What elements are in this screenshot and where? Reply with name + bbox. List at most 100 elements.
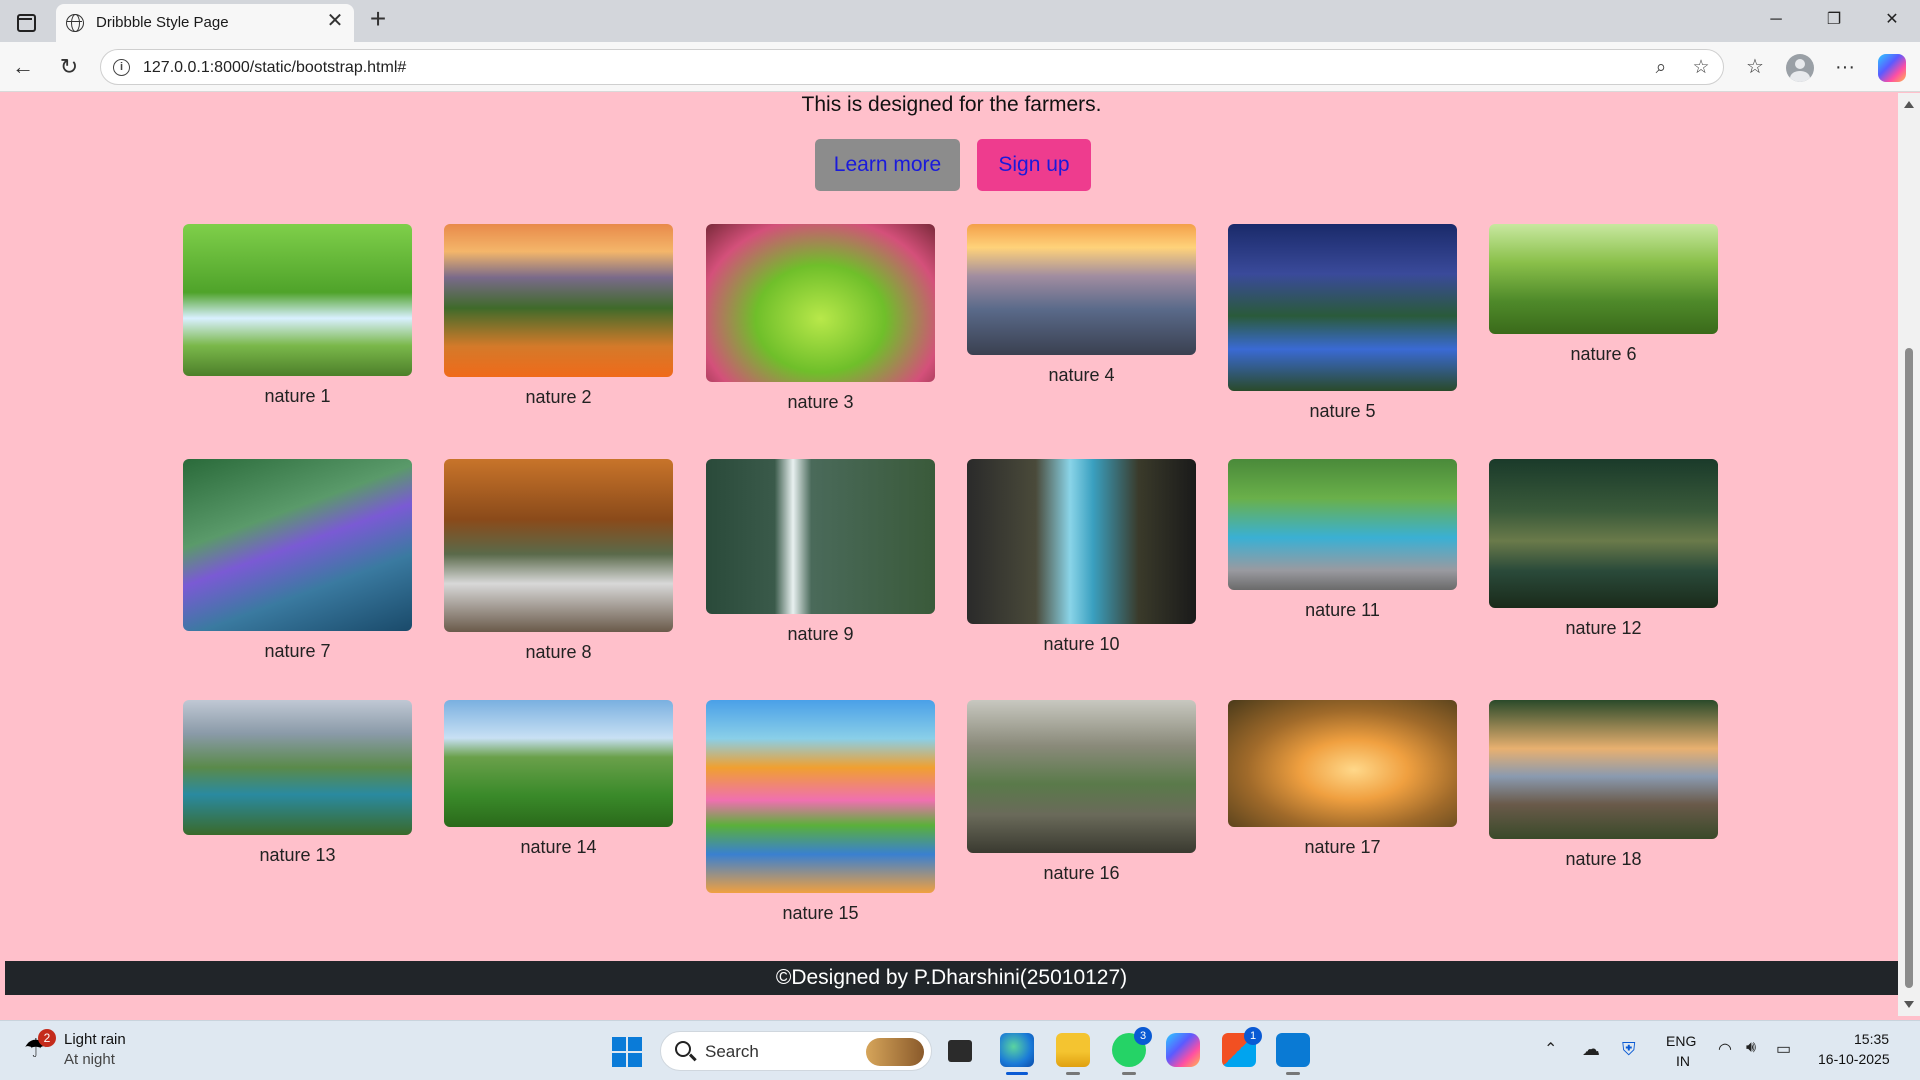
site-info-icon[interactable]: i [113, 59, 130, 76]
language-code[interactable]: ENG [1666, 1033, 1696, 1049]
gallery-card[interactable]: nature 17 [1228, 700, 1457, 858]
gallery-caption: nature 6 [1570, 344, 1637, 364]
profile-avatar-icon[interactable] [1786, 54, 1814, 82]
favorites-icon[interactable]: ☆ [1740, 52, 1770, 82]
gallery-image[interactable] [444, 459, 673, 632]
favorite-star-icon[interactable]: ☆ [1689, 56, 1713, 80]
edge-browser-icon[interactable] [1000, 1033, 1034, 1075]
gallery-card[interactable]: nature 8 [444, 459, 673, 663]
gallery-caption: nature 14 [520, 837, 597, 857]
gallery-caption: nature 13 [259, 845, 336, 865]
gallery-image[interactable] [1228, 459, 1457, 590]
refresh-button[interactable]: ↻ [54, 52, 84, 82]
gallery-image[interactable] [967, 459, 1196, 624]
gallery-image[interactable] [706, 459, 935, 614]
intro-text: This is designed for the farmers. [801, 93, 1102, 116]
gallery-card[interactable]: nature 11 [1228, 459, 1457, 621]
gallery-image[interactable] [706, 700, 935, 893]
url-field[interactable]: i 127.0.0.1:8000/static/bootstrap.html# … [100, 49, 1724, 85]
gallery-image[interactable] [1228, 700, 1457, 827]
more-options-icon[interactable]: ··· [1830, 52, 1860, 82]
gallery-caption: nature 5 [1309, 401, 1376, 421]
gallery-card[interactable]: nature 10 [967, 459, 1196, 655]
close-tab-icon[interactable]: ✕ [324, 10, 346, 32]
gallery-caption: nature 12 [1565, 618, 1642, 638]
url-text[interactable]: 127.0.0.1:8000/static/bootstrap.html# [143, 59, 406, 77]
gallery-card[interactable]: nature 15 [706, 700, 935, 924]
minimize-button[interactable]: ─ [1756, 6, 1796, 34]
scroll-up-icon[interactable] [1904, 101, 1914, 108]
browser-tab-bar: Dribbble Style Page ✕ + ─ ❐ ✕ [0, 0, 1920, 42]
wifi-icon[interactable]: ◠ [1718, 1039, 1732, 1059]
show-hidden-icons-chevron-icon[interactable]: ⌃ [1544, 1039, 1557, 1059]
globe-icon [66, 14, 84, 32]
new-tab-button[interactable]: + [364, 4, 392, 34]
gallery-caption: nature 4 [1048, 365, 1115, 385]
tab-actions-icon[interactable] [10, 8, 40, 34]
browser-tab[interactable]: Dribbble Style Page ✕ [56, 4, 354, 42]
gallery-card[interactable]: nature 6 [1489, 224, 1718, 365]
gallery-image[interactable] [1489, 459, 1718, 608]
gallery-caption: nature 9 [787, 624, 854, 644]
gallery-card[interactable]: nature 9 [706, 459, 935, 645]
gallery-image[interactable] [706, 224, 935, 382]
gallery-image[interactable] [183, 459, 412, 631]
gallery-caption: nature 7 [264, 641, 331, 661]
gallery-card[interactable]: nature 13 [183, 700, 412, 866]
scrollbar-thumb[interactable] [1905, 348, 1913, 988]
vscode-icon[interactable] [1276, 1033, 1310, 1075]
gallery-image[interactable] [1228, 224, 1457, 391]
weather-time[interactable]: At night [64, 1051, 115, 1068]
battery-icon[interactable]: ▭ [1776, 1039, 1791, 1059]
taskbar-search[interactable]: Search [660, 1031, 932, 1071]
taskbar: ☂ 2 Light rain At night Search 3 1 ⌃ ☁ ⛨… [0, 1020, 1920, 1080]
gallery-caption: nature 1 [264, 386, 331, 406]
restore-button[interactable]: ❐ [1814, 6, 1854, 34]
gallery-card[interactable]: nature 4 [967, 224, 1196, 386]
gallery-image[interactable] [1489, 700, 1718, 839]
gallery-image[interactable] [1489, 224, 1718, 334]
weather-badge: 2 [38, 1029, 56, 1047]
security-shield-icon[interactable]: ⛨ [1622, 1039, 1636, 1060]
microsoft-store-icon[interactable]: 1 [1222, 1027, 1262, 1067]
sign-up-button[interactable]: Sign up [977, 139, 1091, 191]
gallery-card[interactable]: nature 7 [183, 459, 412, 662]
clock-date[interactable]: 16-10-2025 [1818, 1051, 1890, 1067]
gallery-card[interactable]: nature 18 [1489, 700, 1718, 870]
clock-time[interactable]: 15:35 [1854, 1031, 1889, 1047]
close-window-button[interactable]: ✕ [1872, 6, 1912, 34]
language-region[interactable]: IN [1676, 1053, 1690, 1069]
weather-condition[interactable]: Light rain [64, 1031, 126, 1048]
learn-more-button[interactable]: Learn more [815, 139, 960, 191]
whatsapp-icon[interactable]: 3 [1112, 1027, 1152, 1075]
gallery-card[interactable]: nature 12 [1489, 459, 1718, 639]
onedrive-icon[interactable]: ☁ [1582, 1039, 1600, 1060]
copilot-app-icon[interactable] [1166, 1033, 1200, 1067]
gallery-card[interactable]: nature 16 [967, 700, 1196, 884]
scroll-down-icon[interactable] [1904, 1001, 1914, 1008]
gallery-card[interactable]: nature 1 [183, 224, 412, 407]
file-explorer-icon[interactable] [1056, 1033, 1090, 1075]
gallery-caption: nature 15 [782, 903, 859, 923]
windows-start-icon[interactable] [612, 1037, 642, 1067]
gallery-image[interactable] [183, 700, 412, 835]
gallery-card[interactable]: nature 2 [444, 224, 673, 408]
gallery-card[interactable]: nature 3 [706, 224, 935, 413]
back-button[interactable]: ← [8, 52, 38, 82]
task-view-icon[interactable] [948, 1040, 972, 1062]
search-highlight-image [866, 1038, 924, 1066]
gallery-caption: nature 17 [1304, 837, 1381, 857]
gallery-caption: nature 10 [1043, 634, 1120, 654]
copilot-icon[interactable] [1878, 54, 1906, 82]
gallery-image[interactable] [444, 224, 673, 377]
search-placeholder: Search [705, 1042, 759, 1061]
gallery-image[interactable] [444, 700, 673, 827]
gallery-image[interactable] [183, 224, 412, 376]
gallery-card[interactable]: nature 5 [1228, 224, 1457, 422]
gallery-card[interactable]: nature 14 [444, 700, 673, 858]
zoom-icon[interactable]: ⌕ [1649, 56, 1673, 80]
page-scrollbar[interactable] [1898, 93, 1920, 1016]
volume-icon[interactable]: 🔊︎ [1746, 1039, 1756, 1057]
gallery-image[interactable] [967, 700, 1196, 853]
gallery-image[interactable] [967, 224, 1196, 355]
